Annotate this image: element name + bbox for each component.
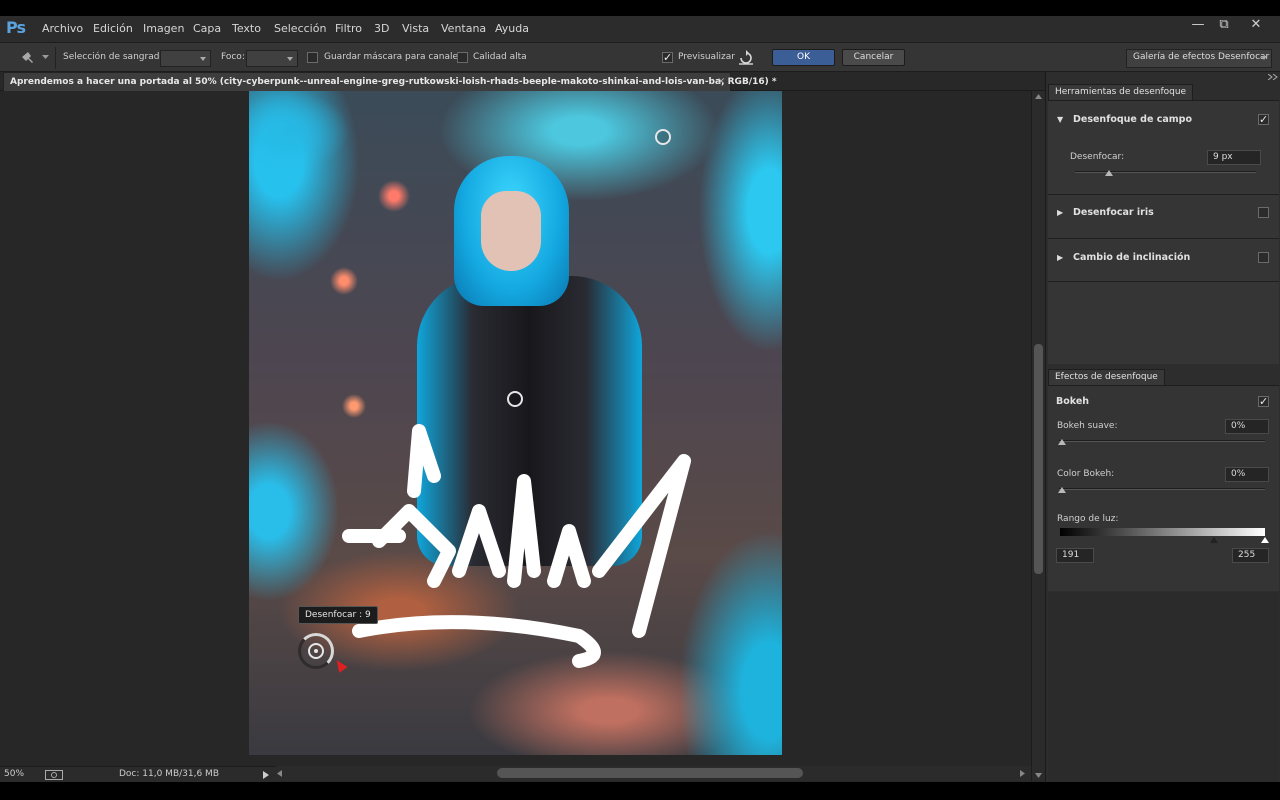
divider (1048, 238, 1279, 239)
cancel-button[interactable]: Cancelar (842, 49, 905, 66)
bokeh-soft-field[interactable]: 0% (1225, 419, 1269, 434)
vertical-scroll-thumb[interactable] (1034, 344, 1043, 574)
light-range-high-knob[interactable] (1261, 537, 1269, 543)
menu-bar: Ps Archivo Edición Imagen Capa Texto Sel… (0, 16, 1280, 42)
divider (1048, 281, 1279, 282)
light-range-label: Rango de luz: (1057, 514, 1119, 524)
light-range-high-field[interactable]: 255 (1232, 548, 1269, 563)
right-panels: Herramientas de desenfoque ▼ Desenfoque … (1045, 72, 1280, 782)
high-quality-checkbox[interactable] (457, 52, 468, 63)
photoshop-window: Ps Archivo Edición Imagen Capa Texto Sel… (0, 16, 1280, 782)
expand-triangle-icon[interactable]: ▼ (1057, 115, 1063, 124)
empty-panel-area (1048, 592, 1279, 782)
blur-tooltip: Desenfocar : 9 (298, 606, 378, 624)
preview-label: Previsualizar (678, 52, 735, 62)
scroll-up-icon[interactable] (1035, 94, 1042, 99)
iris-blur-title[interactable]: Desenfocar iris (1073, 207, 1154, 218)
restore-button[interactable]: ⧉ (1211, 16, 1237, 36)
zoom-level[interactable]: 50% (4, 769, 24, 779)
scroll-down-icon[interactable] (1035, 773, 1042, 778)
active-blur-pin[interactable] (308, 643, 324, 659)
canvas-workspace: Desenfocar : 9 (0, 91, 1031, 766)
options-bar: Selección de sangrado: Foco: Guardar más… (0, 42, 1280, 72)
status-bar: 50% Doc: 11,0 MB/31,6 MB (0, 766, 276, 782)
close-tab-icon[interactable]: × (717, 76, 725, 87)
menu-filtro[interactable]: Filtro (335, 22, 362, 35)
collapse-panel-icon[interactable] (1268, 74, 1278, 80)
bleed-selection-select[interactable] (160, 50, 211, 67)
minimize-button[interactable]: — (1185, 16, 1211, 36)
iris-blur-checkbox[interactable] (1258, 207, 1269, 218)
workspace-select[interactable]: Galería de efectos Desenfocar (1126, 49, 1272, 68)
figure-face (481, 191, 541, 271)
menu-vista[interactable]: Vista (402, 22, 429, 35)
bokeh-color-knob[interactable] (1058, 487, 1066, 493)
close-window-button[interactable]: ✕ (1243, 16, 1269, 36)
status-menu-arrow-icon[interactable] (263, 771, 269, 779)
menu-capa[interactable]: Capa (193, 22, 221, 35)
menu-texto[interactable]: Texto (232, 22, 261, 35)
blur-slider-knob[interactable] (1105, 170, 1114, 176)
horizontal-scrollbar[interactable] (276, 766, 1031, 781)
menu-archivo[interactable]: Archivo (42, 22, 83, 35)
save-mask-label: Guardar máscara para canales (324, 52, 463, 62)
reset-icon[interactable] (737, 50, 755, 66)
doc-info: Doc: 11,0 MB/31,6 MB (119, 769, 219, 779)
blur-pin[interactable] (507, 391, 523, 407)
light-range-gradient[interactable] (1060, 528, 1265, 536)
bokeh-checkbox[interactable]: ✓ (1258, 396, 1269, 407)
menu-imagen[interactable]: Imagen (143, 22, 184, 35)
document-title: Aprendemos a hacer una portada al 50% (c… (10, 77, 777, 87)
light-range-low-field[interactable]: 191 (1056, 548, 1094, 563)
divider (1048, 194, 1279, 195)
menu-ventana[interactable]: Ventana (441, 22, 486, 35)
blur-tools-panel: ▼ Desenfoque de campo ✓ Desenfocar: 9 px… (1048, 100, 1279, 364)
ok-button[interactable]: OK (772, 49, 835, 66)
document-tab[interactable]: Aprendemos a hacer una portada al 50% (c… (3, 72, 777, 91)
focus-select[interactable] (246, 50, 298, 67)
field-blur-title[interactable]: Desenfoque de campo (1073, 114, 1192, 125)
blur-effects-panel-tab[interactable]: Efectos de desenfoque (1048, 369, 1165, 385)
bokeh-soft-slider[interactable] (1059, 440, 1265, 442)
preview-checkbox[interactable]: ✓ (662, 52, 673, 63)
blur-pin[interactable] (655, 129, 671, 145)
chevron-down-icon[interactable] (42, 55, 49, 60)
bokeh-title: Bokeh (1056, 396, 1090, 407)
separator (55, 47, 56, 69)
scroll-right-icon[interactable] (1020, 770, 1025, 777)
bleed-selection-label: Selección de sangrado: (63, 52, 168, 62)
pin-tool-icon[interactable] (20, 51, 36, 65)
blur-effects-panel: Bokeh ✓ Bokeh suave: 0% Color Bokeh: 0% … (1048, 385, 1279, 591)
save-mask-checkbox[interactable] (307, 52, 318, 63)
light-range-low-knob[interactable] (1210, 537, 1218, 543)
collapse-triangle-icon[interactable]: ▶ (1057, 208, 1063, 217)
graffiti-tag (342, 424, 691, 668)
focus-label: Foco: (221, 52, 245, 62)
blur-amount-field[interactable]: 9 px (1207, 150, 1261, 165)
menu-seleccion[interactable]: Selección (274, 22, 326, 35)
high-quality-label: Calidad alta (473, 52, 527, 62)
scroll-left-icon[interactable] (277, 770, 282, 777)
bokeh-color-label: Color Bokeh: (1057, 469, 1115, 479)
blur-amount-slider[interactable] (1075, 171, 1256, 173)
blur-amount-label: Desenfocar: (1070, 152, 1125, 162)
ps-logo: Ps (6, 18, 26, 37)
menu-3d[interactable]: 3D (374, 22, 389, 35)
bokeh-color-slider[interactable] (1059, 488, 1265, 490)
bokeh-soft-knob[interactable] (1058, 439, 1066, 445)
canvas-image[interactable]: Desenfocar : 9 (249, 91, 782, 755)
field-blur-checkbox[interactable]: ✓ (1258, 114, 1269, 125)
collapse-triangle-icon[interactable]: ▶ (1057, 253, 1063, 262)
vertical-scrollbar[interactable] (1031, 91, 1045, 781)
horizontal-scroll-thumb[interactable] (497, 768, 803, 778)
proof-icon[interactable] (45, 770, 63, 780)
blur-tools-panel-tab[interactable]: Herramientas de desenfoque (1048, 84, 1194, 100)
bokeh-color-field[interactable]: 0% (1225, 467, 1269, 482)
menu-ayuda[interactable]: Ayuda (495, 22, 529, 35)
tilt-shift-title[interactable]: Cambio de inclinación (1073, 252, 1190, 263)
tilt-shift-checkbox[interactable] (1258, 252, 1269, 263)
bokeh-soft-label: Bokeh suave: (1057, 421, 1118, 431)
document-tab-bar: Aprendemos a hacer una portada al 50% (c… (0, 72, 1045, 91)
menu-edicion[interactable]: Edición (93, 22, 133, 35)
